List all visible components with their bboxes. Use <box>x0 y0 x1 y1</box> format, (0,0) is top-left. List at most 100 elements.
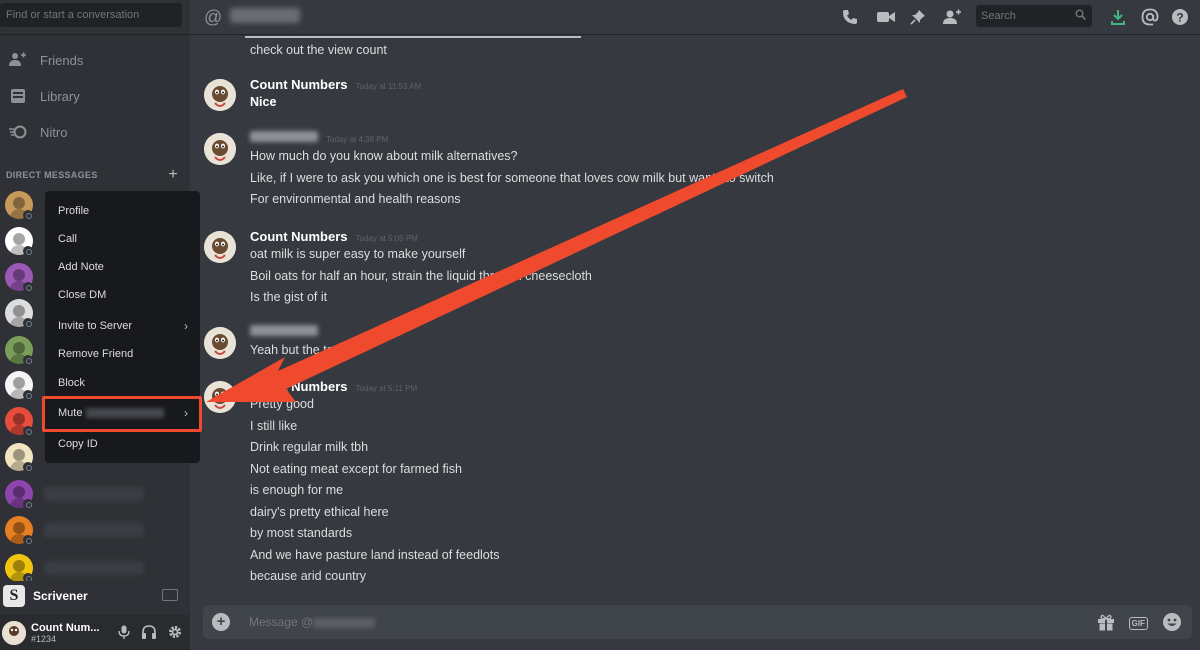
dm-item[interactable] <box>2 513 42 547</box>
message-author[interactable]: Count Numbers <box>250 379 348 394</box>
menu-item-invite-to-server[interactable]: Invite to Server › <box>45 314 200 338</box>
menu-item-add-note[interactable]: Add Note <box>45 255 200 279</box>
message-text: And we have pasture land instead of feed… <box>250 547 500 562</box>
user-panel: Count Num... #1234 <box>0 615 190 650</box>
dm-item[interactable] <box>2 551 42 585</box>
svg-text:?: ? <box>1176 11 1183 25</box>
message-timestamp: Today at 5:11 PM <box>355 384 418 393</box>
dm-item[interactable] <box>2 404 42 438</box>
message-input[interactable]: Message @ <box>249 615 376 629</box>
add-member-icon[interactable] <box>942 7 962 27</box>
message-header: Count Numbers Today at 11:53 AM <box>250 77 421 92</box>
dm-item[interactable] <box>2 296 42 330</box>
menu-item-remove-friend[interactable]: Remove Friend <box>45 342 200 366</box>
message-text: Boil oats for half an hour, strain the l… <box>250 268 592 283</box>
search-icon <box>1075 6 1087 28</box>
avatar[interactable] <box>204 231 236 263</box>
gif-icon[interactable]: GIF <box>1128 617 1148 630</box>
sidebar-item-nitro[interactable]: Nitro <box>0 115 190 149</box>
dm-search-input[interactable]: Find or start a conversation <box>0 3 182 27</box>
message-text: check out the view count <box>250 43 387 57</box>
channel-header: @ Search ? <box>190 0 1200 35</box>
dm-item[interactable] <box>2 224 42 258</box>
dm-item[interactable] <box>2 440 42 474</box>
message-placeholder: Message @ <box>249 615 314 629</box>
avatar[interactable] <box>204 327 236 359</box>
menu-item-close-dm[interactable]: Close DM <box>45 283 200 307</box>
message-text: I still like <box>250 418 298 433</box>
message-header <box>250 325 318 336</box>
menu-item-label: Profile <box>58 205 90 217</box>
status-indicator-icon <box>23 355 33 365</box>
message-header: Today at 4:38 PM <box>250 131 388 144</box>
upload-plus-icon[interactable]: + <box>212 613 230 631</box>
scrivener-row[interactable]: S Scrivener <box>0 581 190 611</box>
avatar[interactable] <box>204 133 236 165</box>
download-icon[interactable] <box>1108 7 1128 27</box>
status-indicator-icon <box>23 282 33 292</box>
at-sign-icon: @ <box>204 7 223 27</box>
microphone-icon[interactable] <box>118 625 130 642</box>
dm-item[interactable] <box>2 260 42 294</box>
status-indicator-icon <box>23 499 33 509</box>
headphones-icon[interactable] <box>142 625 156 642</box>
gift-icon[interactable] <box>1097 613 1115 634</box>
message-author[interactable]: Count Numbers <box>250 229 348 244</box>
search-placeholder: Search <box>981 10 1016 22</box>
scrivener-logo-icon: S <box>3 585 25 607</box>
message-text: Like, if I were to ask you which one is … <box>250 170 774 185</box>
pin-icon[interactable] <box>908 7 928 27</box>
message-author[interactable]: Count Numbers <box>250 77 348 92</box>
menu-item-label: Remove Friend <box>58 348 134 360</box>
dm-item[interactable] <box>2 477 42 511</box>
status-indicator-icon <box>23 462 33 472</box>
avatar[interactable] <box>204 381 236 413</box>
message-timestamp: Today at 11:53 AM <box>355 82 422 91</box>
message-text: Not eating meat except for farmed fish <box>250 461 462 476</box>
direct-messages-label: DIRECT MESSAGES <box>6 170 98 180</box>
nitro-icon <box>9 123 27 141</box>
settings-gear-icon[interactable] <box>168 625 182 642</box>
message-text: by most standards <box>250 526 353 540</box>
sidebar-item-label: Friends <box>40 52 84 68</box>
menu-item-call[interactable]: Call <box>45 227 200 251</box>
message-text: because arid country <box>250 569 367 583</box>
message-composer[interactable]: + Message @ GIF <box>203 605 1192 639</box>
menu-item-block[interactable]: Block <box>45 371 200 395</box>
help-icon[interactable]: ? <box>1170 7 1190 27</box>
dm-item[interactable] <box>2 188 42 222</box>
avatar[interactable] <box>2 620 26 645</box>
friends-icon <box>9 51 27 69</box>
menu-item-profile[interactable]: Profile <box>45 199 200 223</box>
call-icon[interactable] <box>840 7 860 27</box>
avatar[interactable] <box>204 79 236 111</box>
author-name-redacted[interactable] <box>250 325 318 336</box>
status-indicator-icon <box>23 318 33 328</box>
sidebar-item-label: Nitro <box>40 124 68 140</box>
author-name-redacted[interactable] <box>250 131 318 142</box>
dm-item[interactable] <box>2 368 42 402</box>
add-dm-button[interactable]: + <box>168 166 178 184</box>
menu-item-label: Call <box>58 233 77 245</box>
menu-item-copy-id[interactable]: Copy ID <box>45 432 200 456</box>
status-indicator-icon <box>23 390 33 400</box>
library-icon <box>9 87 27 105</box>
emoji-icon[interactable] <box>1162 612 1182 635</box>
video-icon[interactable] <box>876 7 896 27</box>
message-list[interactable]: check out the view count Count Numbers To… <box>190 36 1200 601</box>
status-indicator-icon <box>23 535 33 545</box>
message-text: dairy's pretty ethical here <box>250 504 389 519</box>
dm-name-redacted <box>44 523 144 537</box>
mention-icon[interactable] <box>1140 7 1160 27</box>
menu-item-label: Block <box>58 377 85 389</box>
sidebar-item-friends[interactable]: Friends <box>0 43 190 77</box>
menu-item-label: Copy ID <box>58 438 98 450</box>
dm-item[interactable] <box>2 333 42 367</box>
search-input[interactable]: Search <box>976 5 1092 27</box>
message-text: For environmental and health reasons <box>250 192 461 206</box>
screen-share-icon[interactable] <box>162 589 178 601</box>
sidebar-item-library[interactable]: Library <box>0 79 190 113</box>
scrivener-label: Scrivener <box>33 589 88 603</box>
message-text: How much do you know about milk alternat… <box>250 149 518 163</box>
message-header: Count Numbers Today at 5:05 PM <box>250 229 418 244</box>
